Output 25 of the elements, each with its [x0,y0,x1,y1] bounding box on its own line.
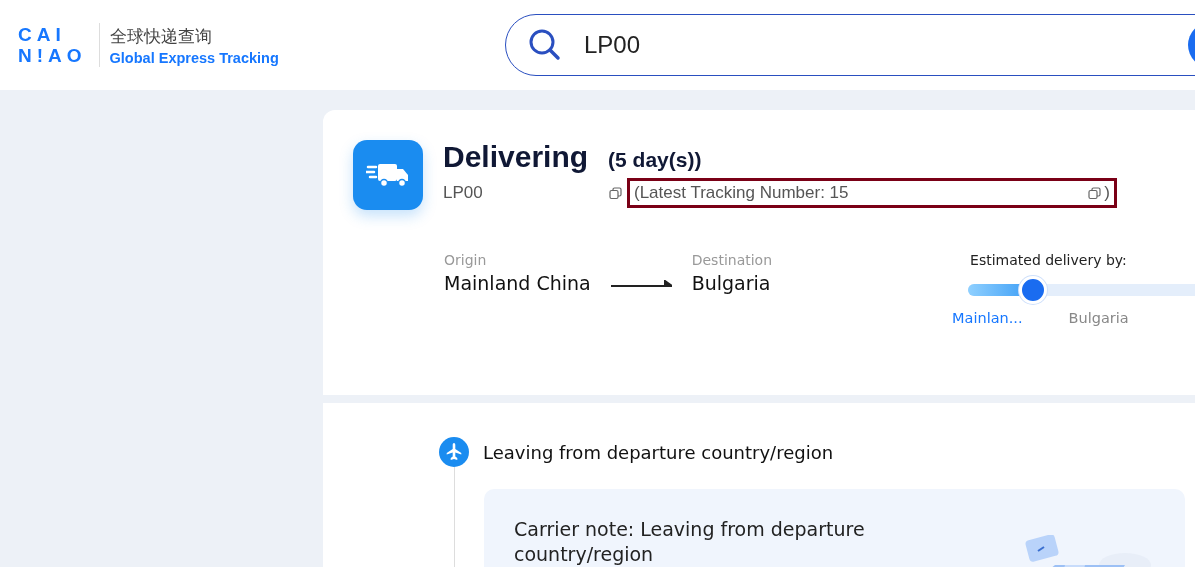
airplane-icon [439,437,469,467]
truck-icon [353,140,423,210]
copy-icon[interactable] [609,186,622,200]
search-icon [528,28,562,62]
event-title: Leaving from departure country/region [483,441,834,463]
destination-short: Bulgaria [1068,310,1129,326]
logo-text: CAI [18,24,67,45]
copy-icon[interactable] [1088,186,1102,200]
site-title: 全球快递查询 [109,24,213,48]
site-subtitle: Global Express Tracking [109,49,279,66]
estimate-label: Estimated delivery by: [970,252,1128,268]
carrier-note: Carrier note: Leaving from departure country/region [514,517,866,567]
arrow-icon [610,280,672,288]
origin-value: Mainland China [444,272,591,294]
status-title: Delivering [443,140,589,174]
origin-short: Mainlan... [952,310,1023,326]
duration-text: (5 day(s)) [608,148,702,172]
latest-tracking-text: (Latest Tracking Number: 15 [634,183,850,203]
destination-value: Bulgaria [691,272,772,294]
origin-label: Origin [444,252,488,268]
tracking-number: LP00 [443,183,484,203]
logo-text: N!AO [18,45,87,66]
closing-paren: ) [1104,183,1110,203]
destination-label: Destination [691,252,773,268]
search-input[interactable]: LP00 [582,30,986,60]
